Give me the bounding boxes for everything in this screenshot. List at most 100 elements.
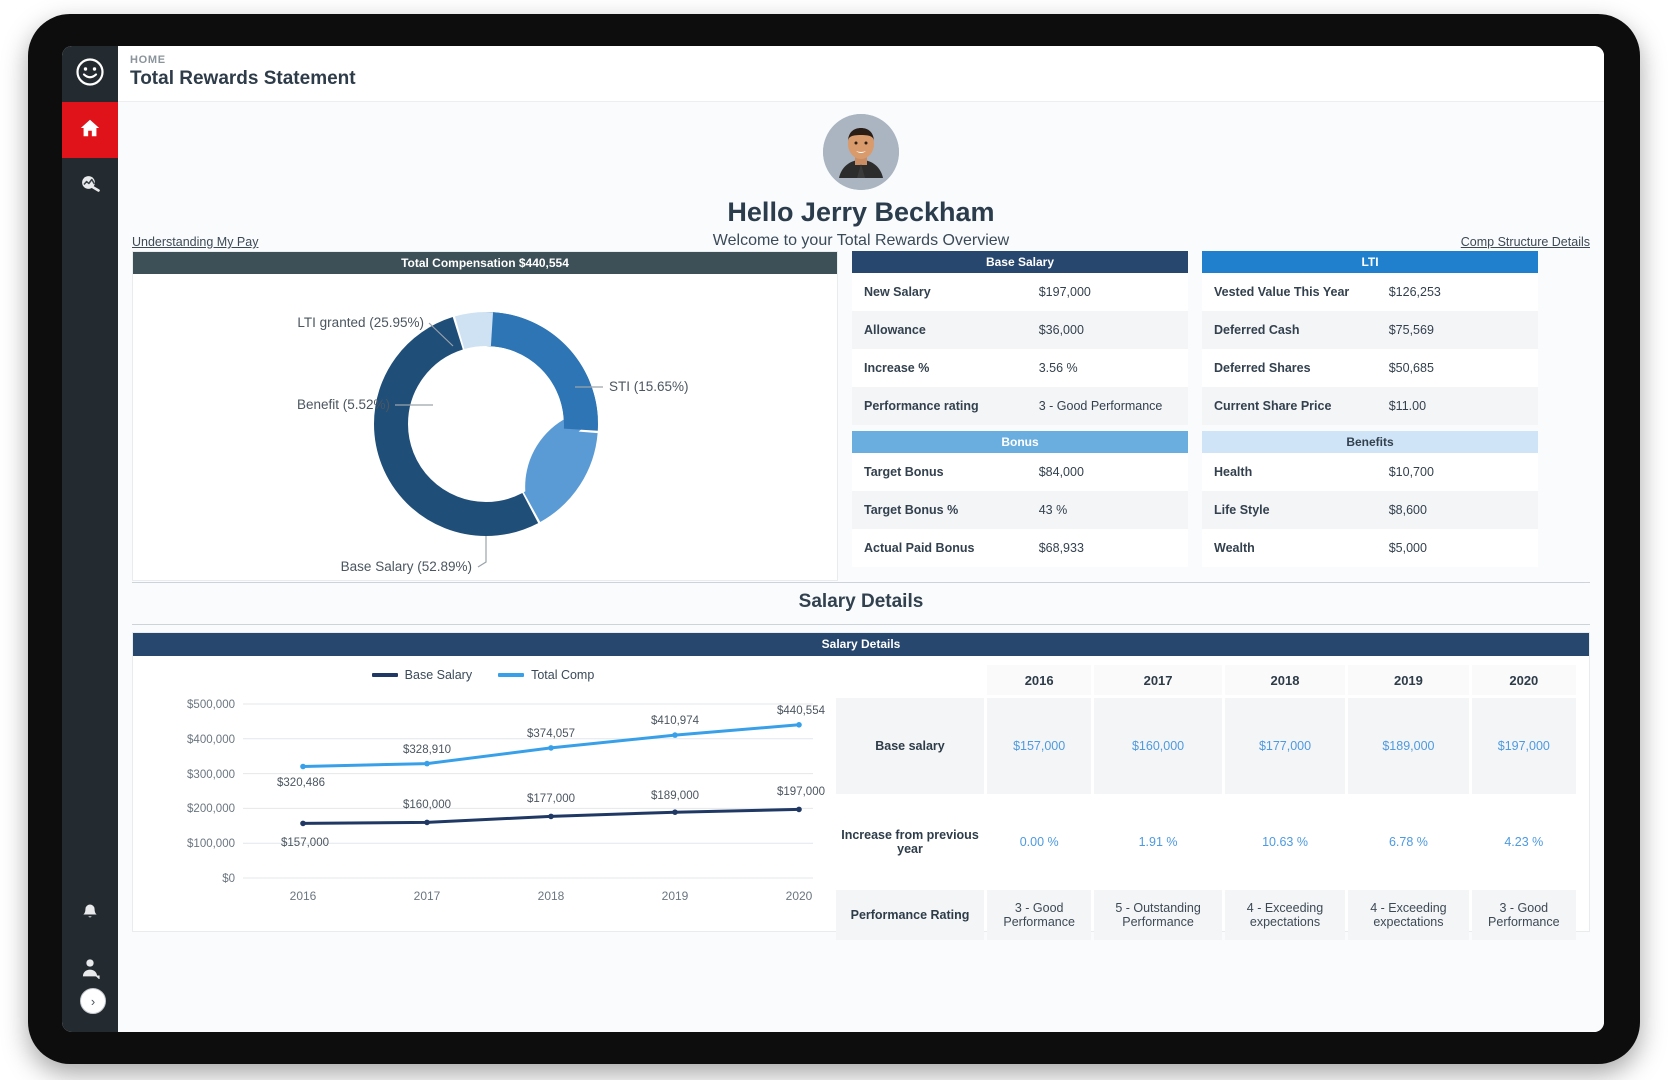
sidebar-item-smiley-logo[interactable]	[62, 46, 118, 102]
table-row: Target Bonus % 43 %	[852, 491, 1188, 529]
avatar	[823, 114, 899, 190]
svg-text:$400,000: $400,000	[187, 734, 235, 746]
cell-rating-2018: 4 - Exceeding expectations	[1224, 890, 1346, 940]
legend-item-total-comp: Total Comp	[498, 668, 594, 682]
row-label: Increase %	[852, 349, 1027, 387]
row-value: 43 %	[1026, 491, 1188, 529]
cell-base-salary-2018: $177,000	[1224, 698, 1346, 794]
benefits-header: Benefits	[1202, 431, 1538, 453]
row-value: $11.00	[1376, 387, 1538, 425]
row-label: Target Bonus %	[852, 491, 1027, 529]
table-row: Increase % 3.56 %	[852, 349, 1188, 387]
svg-text:$0: $0	[222, 873, 235, 885]
svg-text:$157,000: $157,000	[281, 837, 329, 849]
cell-increase-2017: 1.91 %	[1094, 797, 1222, 887]
table-row: Vested Value This Year $126,253	[1202, 273, 1538, 311]
table-row: Performance Rating 3 - Good Performance …	[836, 890, 1576, 940]
lti-header: LTI	[1202, 251, 1538, 273]
row-label: Allowance	[852, 311, 1027, 349]
salary-details-panel: Salary Details Base Salary Total Comp $5…	[132, 632, 1590, 940]
donut-chart: LTI granted (25.95%) STI (15.65%) Benefi…	[133, 274, 837, 574]
bonus-table: Target Bonus $84,000 Target Bonus % 43 %…	[852, 453, 1188, 567]
page-title: Total Rewards Statement	[130, 68, 356, 89]
legend-swatch	[498, 673, 525, 677]
cell-increase-2016: 0.00 %	[987, 797, 1092, 887]
sidebar-item-notifications[interactable]	[62, 886, 118, 942]
table-row: Increase from previous year 0.00 % 1.91 …	[836, 797, 1576, 887]
table-row: Deferred Cash $75,569	[1202, 311, 1538, 349]
table-row: Allowance $36,000	[852, 311, 1188, 349]
svg-text:$410,974: $410,974	[651, 715, 700, 727]
greeting-heading: Hello Jerry Beckham	[727, 197, 995, 227]
table-row: Deferred Shares $50,685	[1202, 349, 1538, 387]
table-row: Life Style $8,600	[1202, 491, 1538, 529]
row-value: 3.56 %	[1026, 349, 1188, 387]
row-value: $5,000	[1376, 529, 1538, 567]
legend-swatch	[371, 673, 398, 677]
divider	[132, 624, 1590, 625]
legend-item-base-salary: Base Salary	[371, 668, 473, 682]
sidebar-item-home[interactable]	[62, 102, 118, 158]
salary-line-chart: Base Salary Total Comp $500,000 $400,000…	[133, 656, 833, 933]
svg-text:$100,000: $100,000	[187, 838, 235, 850]
grid-corner	[836, 665, 984, 695]
svg-text:$189,000: $189,000	[651, 790, 699, 802]
sidebar-expand-button[interactable]: ›	[80, 988, 106, 1014]
salary-grid-table: 2016 2017 2018 2019 2020 Base salary $15…	[833, 662, 1579, 943]
sidebar-item-people-analytics[interactable]	[62, 158, 118, 214]
salary-details-section-title: Salary Details	[798, 591, 924, 612]
row-value: $75,569	[1376, 311, 1538, 349]
cell-base-salary-2016: $157,000	[987, 698, 1092, 794]
row-value: $8,600	[1376, 491, 1538, 529]
chart-x-ticks: 2016 2017 2018 2019 2020	[290, 889, 813, 903]
donut-ring	[374, 312, 598, 536]
understanding-my-pay-link[interactable]: Understanding My Pay	[132, 235, 258, 249]
svg-text:$200,000: $200,000	[187, 803, 235, 815]
donut-label-sti: STI (15.65%)	[609, 379, 689, 394]
table-row: Base salary $157,000 $160,000 $177,000 $…	[836, 698, 1576, 794]
row-label: Performance Rating	[836, 890, 984, 940]
column-header-2020: 2020	[1471, 665, 1576, 695]
svg-text:2018: 2018	[538, 889, 565, 903]
total-compensation-header: Total Compensation $440,554	[133, 252, 837, 274]
row-label: Current Share Price	[1202, 387, 1377, 425]
base-salary-table: New Salary $197,000 Allowance $36,000 In…	[852, 273, 1188, 425]
svg-text:2019: 2019	[662, 889, 689, 903]
svg-text:2020: 2020	[786, 889, 813, 903]
row-label: New Salary	[852, 273, 1027, 311]
svg-text:$320,486: $320,486	[277, 777, 325, 789]
cell-increase-2019: 6.78 %	[1348, 797, 1469, 887]
cell-increase-2020: 4.23 %	[1471, 797, 1576, 887]
bonus-header: Bonus	[852, 431, 1188, 453]
salary-details-body: Base Salary Total Comp $500,000 $400,000…	[133, 656, 1589, 940]
lti-column: LTI Vested Value This Year $126,253 Defe…	[1202, 251, 1538, 581]
row-value: $197,000	[1026, 273, 1188, 311]
svg-text:2017: 2017	[414, 889, 441, 903]
row-label: Increase from previous year	[836, 797, 984, 887]
base-salary-header: Base Salary	[852, 251, 1188, 273]
column-header-2018: 2018	[1224, 665, 1346, 695]
breadcrumb[interactable]: HOME	[130, 54, 1604, 66]
legend-label: Base Salary	[404, 668, 473, 682]
column-header-2016: 2016	[987, 665, 1092, 695]
row-label: Deferred Cash	[1202, 311, 1377, 349]
hero-section: Hello Jerry Beckham Welcome to your Tota…	[118, 102, 1604, 249]
row-label: Performance rating	[852, 387, 1027, 425]
table-row: New Salary $197,000	[852, 273, 1188, 311]
cell-increase-2018: 10.63 %	[1224, 797, 1346, 887]
svg-text:$440,554: $440,554	[777, 705, 826, 717]
svg-text:$177,000: $177,000	[527, 793, 575, 805]
bell-icon	[80, 902, 100, 927]
comp-structure-details-link[interactable]: Comp Structure Details	[1461, 235, 1590, 249]
total-compensation-panel: Total Compensation $440,554 LTI granted …	[132, 251, 838, 581]
cell-base-salary-2017: $160,000	[1094, 698, 1222, 794]
row-value: $84,000	[1026, 453, 1188, 491]
cell-rating-2019: 4 - Exceeding expectations	[1348, 890, 1469, 940]
summary-panels: Total Compensation $440,554 LTI granted …	[118, 251, 1604, 581]
cell-rating-2016: 3 - Good Performance	[987, 890, 1092, 940]
table-row: Performance rating 3 - Good Performance	[852, 387, 1188, 425]
line-chart-svg: $500,000 $400,000 $200,000 $200,000 $100…	[163, 699, 826, 903]
cell-base-salary-2020: $197,000	[1471, 698, 1576, 794]
row-label: Deferred Shares	[1202, 349, 1377, 387]
sidebar-bottom-group	[62, 886, 118, 998]
